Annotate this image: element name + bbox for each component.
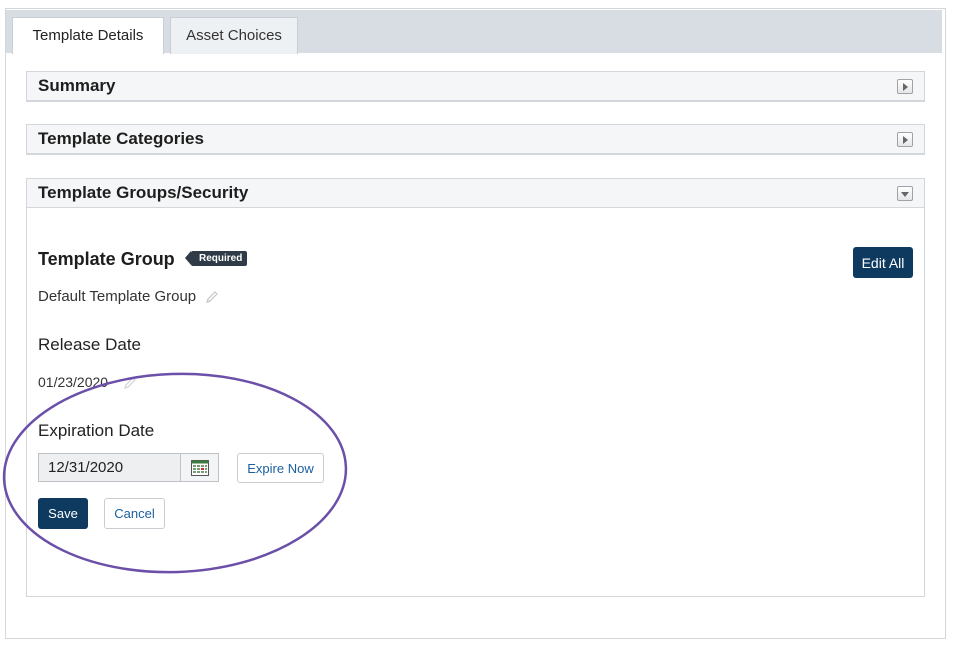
calendar-button[interactable] (181, 453, 219, 482)
pencil-icon[interactable] (205, 290, 219, 304)
expire-now-button[interactable]: Expire Now (237, 453, 324, 483)
tab-bar: Template Details Asset Choices (6, 10, 942, 54)
template-groups-security-panel: Template Groups/Security (26, 178, 925, 597)
cancel-button[interactable]: Cancel (104, 498, 165, 529)
expiration-date-label: Expiration Date (38, 421, 155, 440)
template-group-value: Default Template Group (38, 288, 197, 305)
template-groups-security-panel-header[interactable]: Template Groups/Security (27, 179, 924, 208)
summary-title: Summary (38, 76, 116, 95)
calendar-icon (191, 460, 209, 476)
save-button[interactable]: Save (38, 498, 88, 529)
required-badge: Required (184, 251, 248, 266)
pencil-icon[interactable] (123, 376, 137, 390)
release-date-value: 01/23/2020 (38, 374, 109, 390)
template-categories-panel-header[interactable]: Template Categories (27, 125, 924, 154)
template-categories-title: Template Categories (38, 129, 204, 148)
collapse-arrow-icon[interactable] (897, 186, 913, 201)
expiration-date-input[interactable] (38, 453, 181, 482)
tab-asset-choices[interactable]: Asset Choices (170, 17, 298, 54)
template-groups-security-title: Template Groups/Security (38, 183, 249, 202)
tab-template-details[interactable]: Template Details (12, 17, 164, 54)
release-date-label: Release Date (38, 335, 142, 354)
template-categories-panel: Template Categories (26, 124, 925, 155)
expand-arrow-icon[interactable] (897, 132, 913, 147)
expand-arrow-icon[interactable] (897, 79, 913, 94)
edit-all-button[interactable]: Edit All (853, 247, 913, 278)
summary-panel-header[interactable]: Summary (27, 72, 924, 101)
template-group-heading: Template Group (38, 249, 175, 269)
summary-panel: Summary (26, 71, 925, 102)
